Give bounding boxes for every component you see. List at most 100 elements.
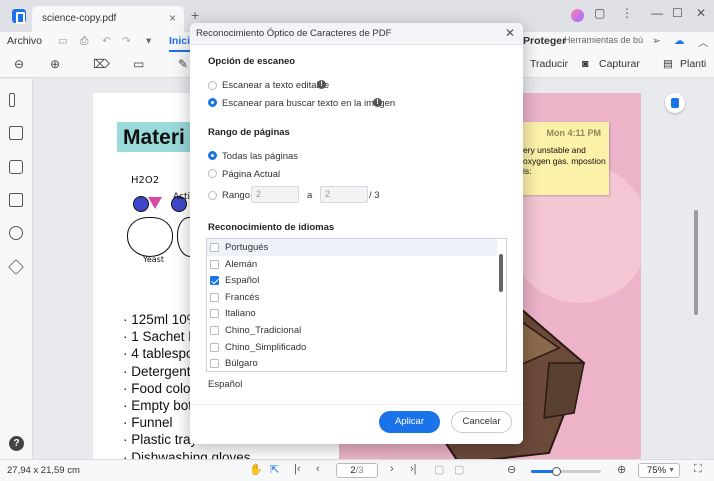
tab-close-icon[interactable]: × [169, 11, 176, 25]
apply-button[interactable]: Aplicar [379, 411, 440, 433]
info-icon[interactable]: ! [373, 98, 382, 107]
menu-archivo[interactable]: Archivo [7, 35, 42, 47]
zoom-out-status-icon[interactable]: ⊖ [507, 463, 516, 476]
cancel-button[interactable]: Cancelar [451, 411, 512, 433]
language-checkbox[interactable] [210, 243, 219, 252]
range-radio[interactable] [208, 191, 217, 200]
language-checkbox[interactable] [210, 292, 219, 302]
sticky-note-text: ery unstable and oxygen gas. mpostion is… [523, 145, 606, 176]
redo-icon[interactable]: ↷ [122, 35, 131, 47]
zoom-slider[interactable] [531, 467, 601, 476]
zoom-out-icon[interactable]: ⊖ [14, 57, 24, 71]
avatar[interactable] [571, 9, 584, 22]
language-item[interactable]: Chino_Simplificado [207, 339, 497, 356]
language-item[interactable]: Francés [207, 289, 497, 306]
vertical-scrollbar[interactable] [694, 210, 698, 315]
page-number-input[interactable]: 2/3 [336, 463, 378, 478]
language-item[interactable]: Chino_Tradicional [207, 322, 497, 339]
prev-page-icon[interactable]: ‹ [316, 463, 320, 475]
language-checkbox[interactable] [210, 276, 219, 286]
language-label: Alemán [225, 258, 258, 270]
yeast-label: Yeast [143, 255, 164, 264]
language-label: Francés [225, 291, 260, 303]
zoom-in-icon[interactable]: ⊕ [50, 57, 60, 71]
select-icon[interactable]: ⇱ [270, 463, 279, 476]
ingredient-item: · Dishwashing gloves [123, 449, 251, 459]
scan-editable-radio[interactable] [208, 81, 217, 90]
language-item[interactable]: Portugués [207, 239, 497, 256]
menu-herramientas[interactable]: Herramientas de bú [564, 35, 643, 45]
bookmark-icon[interactable] [9, 126, 23, 140]
language-checkbox[interactable] [210, 359, 219, 369]
zoom-in-status-icon[interactable]: ⊕ [617, 463, 626, 476]
collapse-icon[interactable]: ︿ [698, 35, 709, 50]
molecule-blue [133, 196, 149, 212]
language-item[interactable]: Italiano [207, 305, 497, 322]
more-icon[interactable]: ⋮ [621, 6, 633, 26]
current-page-radio[interactable] [208, 169, 217, 178]
language-item[interactable]: Alemán [207, 256, 497, 273]
attachment-icon[interactable] [9, 193, 23, 207]
comment-icon[interactable] [9, 160, 23, 174]
ai-assistant-icon[interactable] [665, 93, 685, 113]
menu-proteger[interactable]: Proteger [523, 35, 566, 47]
language-list[interactable]: Portugués Alemán Español Francés Italiano Chi… [206, 238, 507, 372]
document-tab[interactable]: science-copy.pdf × [32, 6, 184, 32]
maximize-button[interactable]: ☐ [672, 6, 683, 26]
save-icon[interactable]: ▭ [58, 35, 68, 47]
zoom-value: 75% [647, 465, 667, 476]
sticky-note[interactable]: Mon 4:11 PM ery unstable and oxygen gas.… [517, 122, 609, 195]
status-bar: 27,94 x 21,59 cm ✋ ⇱ |‹ ‹ 2/3 › ›| ▢ ▢ ⊖… [0, 459, 714, 481]
close-window-button[interactable]: ✕ [696, 6, 706, 26]
all-pages-radio[interactable] [208, 151, 217, 160]
dialog-close-icon[interactable]: ✕ [505, 26, 515, 40]
language-item[interactable]: Español [207, 272, 497, 289]
first-page-icon[interactable]: |‹ [294, 463, 301, 475]
template-icon[interactable]: ▤ [663, 58, 673, 70]
capture-button[interactable]: Capturar [599, 58, 640, 70]
print-icon[interactable]: ⎙ [80, 35, 88, 48]
fit-page-icon[interactable]: ▢ [434, 463, 444, 476]
panel-icon[interactable] [9, 93, 15, 107]
zoom-select[interactable]: 75% ▼ [638, 463, 680, 478]
range-separator: a [307, 190, 313, 201]
help-icon[interactable]: ? [9, 436, 24, 451]
language-checkbox[interactable] [210, 342, 219, 352]
language-item[interactable]: Búlgaro [207, 355, 497, 371]
left-sidebar: ? [0, 79, 33, 459]
page-range-heading: Rango de páginas [208, 127, 290, 138]
new-tab-icon[interactable]: + [191, 7, 199, 23]
last-page-icon[interactable]: ›| [410, 463, 417, 475]
range-label: Rango [222, 190, 250, 201]
highlight-icon[interactable]: ⌦ [93, 57, 110, 71]
message-icon[interactable]: ▢ [594, 6, 605, 26]
translate-button[interactable]: Traducir [530, 58, 568, 70]
layers-icon[interactable] [8, 259, 24, 275]
minimize-button[interactable]: — [651, 6, 663, 26]
fit-width-icon[interactable]: ▢ [454, 463, 464, 476]
language-checkbox[interactable] [210, 326, 219, 335]
pen-icon[interactable]: ✎ [178, 57, 188, 71]
range-from-input[interactable]: 2 [251, 186, 299, 203]
templates-button[interactable]: Planti [680, 58, 706, 70]
undo-icon[interactable]: ↶ [102, 35, 111, 47]
quick-access-dropdown-icon[interactable]: ▾ [146, 35, 151, 47]
search-icon[interactable] [9, 226, 23, 240]
capture-icon[interactable]: ◙ [582, 58, 588, 70]
range-to-input[interactable]: 2 [320, 186, 368, 203]
info-icon[interactable]: ! [317, 80, 326, 89]
scan-searchable-radio[interactable] [208, 98, 217, 107]
language-label: Portugués [225, 242, 269, 253]
language-list-scrollbar[interactable] [499, 254, 503, 292]
fullscreen-icon[interactable]: ⛶ [694, 463, 702, 476]
zoom-slider-handle[interactable] [551, 467, 561, 476]
next-page-icon[interactable]: › [390, 463, 394, 475]
app-logo-icon [12, 9, 26, 24]
hand-icon[interactable]: ✋ [249, 463, 263, 476]
range-total: / 3 [369, 190, 380, 201]
shape-icon[interactable]: ▭ [133, 57, 144, 71]
cloud-upload-icon[interactable]: ☁ [674, 35, 685, 47]
send-icon[interactable]: ➢ [652, 35, 661, 47]
language-checkbox[interactable] [210, 259, 219, 269]
language-checkbox[interactable] [210, 309, 219, 319]
